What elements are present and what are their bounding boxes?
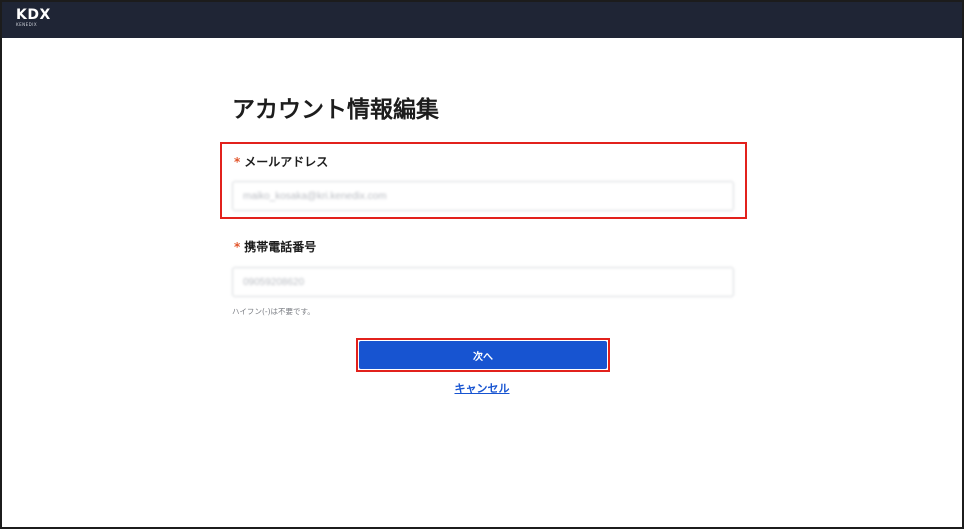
phone-helper-text: ハイフン(-)は不要です。 — [232, 307, 315, 316]
phone-input[interactable] — [232, 267, 734, 297]
logo-text: KDX — [16, 7, 51, 23]
phone-label: * 携帯電話番号 — [234, 238, 316, 255]
phone-label-text: 携帯電話番号 — [244, 240, 317, 254]
app-window: KDX KENEDIX アカウント情報編集 *メールアドレス *携帯電話番号 ハ… — [0, 0, 964, 529]
kdx-logo[interactable]: KDX KENEDIX — [16, 8, 51, 27]
next-button-highlight-box — [356, 338, 610, 372]
page-title: アカウント情報編集 — [232, 96, 439, 123]
cancel-link[interactable]: キャンセル — [432, 380, 532, 396]
email-field-highlight-box — [220, 142, 747, 219]
top-header-bar: KDX KENEDIX — [2, 2, 962, 38]
required-mark: * — [234, 240, 241, 254]
